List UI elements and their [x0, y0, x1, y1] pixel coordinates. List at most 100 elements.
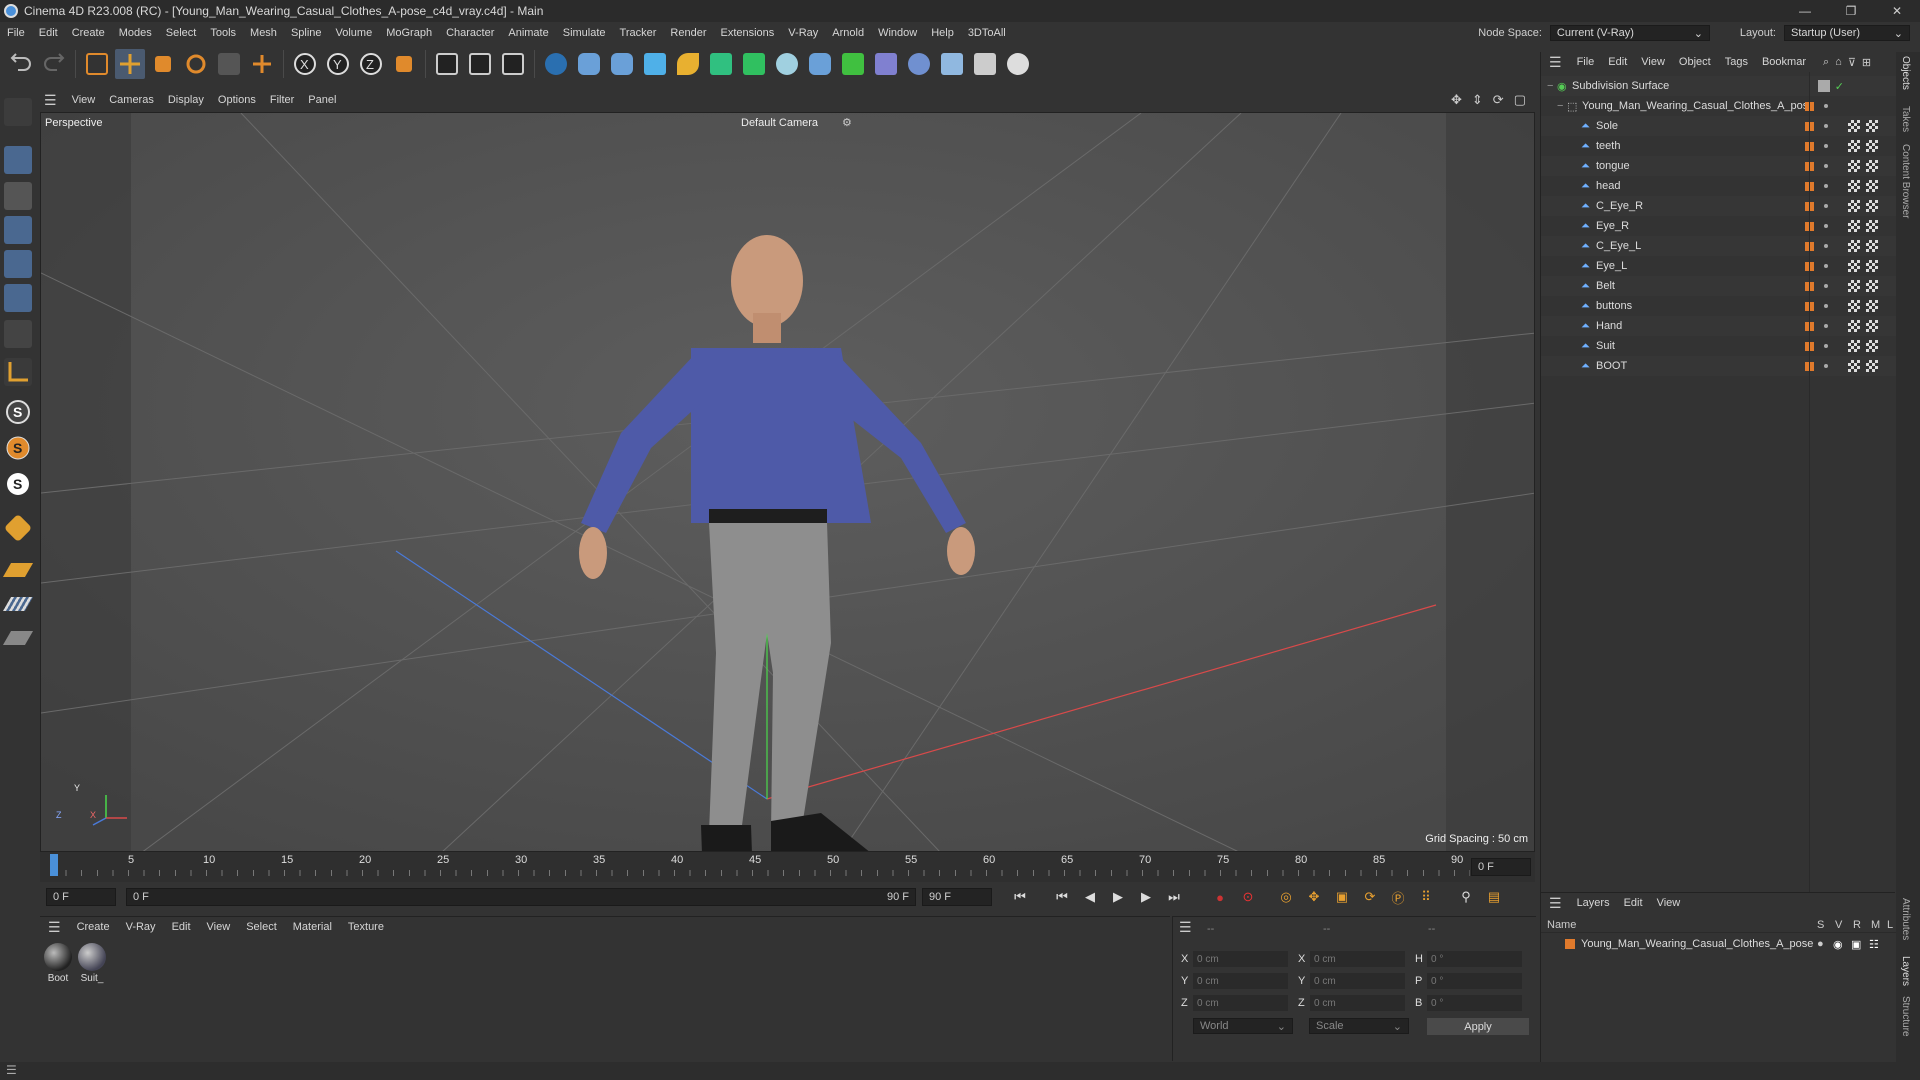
timeline-ruler[interactable]: 0 5 10 15 20 25 30 35 40 45 50 55 60 65 …: [40, 852, 1535, 882]
menu-window[interactable]: Window: [871, 27, 924, 39]
rotate-button[interactable]: [181, 49, 211, 79]
objects-menu-view[interactable]: View: [1634, 56, 1672, 68]
redo-button[interactable]: [39, 49, 69, 79]
grid-button[interactable]: [2, 590, 34, 618]
texture-tag-icon[interactable]: [1866, 160, 1878, 172]
edges-mode-button[interactable]: [4, 250, 32, 278]
position-z-field[interactable]: 0 cm: [1193, 995, 1288, 1011]
manager-toggle-icon[interactable]: ☷: [1869, 938, 1879, 951]
maximize-button[interactable]: ❐: [1828, 0, 1874, 22]
playhead[interactable]: [50, 854, 58, 876]
object-row-belt[interactable]: ⏶ Belt: [1541, 276, 1896, 296]
locked-workplane-button[interactable]: [2, 624, 34, 652]
workplane-button[interactable]: [2, 556, 34, 584]
tab-attributes[interactable]: Attributes: [1900, 898, 1911, 940]
edit-toggle-icon[interactable]: [1818, 80, 1830, 92]
timeline-icon[interactable]: ▤: [1482, 885, 1506, 909]
default-camera-label[interactable]: Default Camera: [741, 117, 818, 129]
hamburger-icon[interactable]: ☰: [40, 919, 69, 936]
y-axis-lock-button[interactable]: Y: [323, 49, 353, 79]
material-tag-icon[interactable]: [1848, 300, 1860, 312]
object-mode-button[interactable]: [4, 146, 32, 174]
coordinate-mode-dropdown[interactable]: World ⌄: [1193, 1018, 1293, 1034]
texture-tag-icon[interactable]: [1866, 360, 1878, 372]
size-y-field[interactable]: 0 cm: [1310, 973, 1405, 989]
render-toggle-icon[interactable]: ▣: [1851, 938, 1861, 951]
viewport-menu-cameras[interactable]: Cameras: [102, 94, 161, 106]
go-to-start-icon[interactable]: ⏮: [1008, 885, 1032, 909]
texture-tag-icon[interactable]: [1866, 180, 1878, 192]
vray-button[interactable]: [541, 49, 571, 79]
transform-button[interactable]: [247, 49, 277, 79]
object-row-sole[interactable]: ⏶ Sole: [1541, 116, 1896, 136]
size-x-field[interactable]: 0 cm: [1310, 951, 1405, 967]
snap-button[interactable]: S: [4, 398, 32, 426]
menu-edit[interactable]: Edit: [32, 27, 65, 39]
3d-viewport[interactable]: Perspective Default Camera ⚙ Grid Spacin…: [40, 112, 1535, 852]
current-frame-field[interactable]: 0 F: [1471, 858, 1531, 876]
hamburger-icon[interactable]: ☰: [1541, 895, 1570, 912]
menu-help[interactable]: Help: [924, 27, 961, 39]
rotation-p-field[interactable]: 0 °: [1427, 973, 1522, 989]
material-tag-icon[interactable]: [1848, 160, 1860, 172]
material-tag-icon[interactable]: [1848, 140, 1860, 152]
go-to-end-icon[interactable]: ⏭: [1162, 885, 1186, 909]
search-icon[interactable]: ⌕: [1823, 56, 1829, 69]
texture-tag-icon[interactable]: [1866, 200, 1878, 212]
record-active-icon[interactable]: ●: [1208, 885, 1232, 909]
object-row-suit[interactable]: ⏶ Suit: [1541, 336, 1896, 356]
material-menu-view[interactable]: View: [199, 921, 239, 933]
viewport-menu-display[interactable]: Display: [161, 94, 211, 106]
texture-tag-icon[interactable]: [1866, 260, 1878, 272]
menu-tools[interactable]: Tools: [203, 27, 243, 39]
material-tag-icon[interactable]: [1848, 200, 1860, 212]
motion-system-icon[interactable]: ⚲: [1454, 885, 1478, 909]
size-z-field[interactable]: 0 cm: [1310, 995, 1405, 1011]
collapse-icon[interactable]: −: [1547, 80, 1557, 92]
material-menu-select[interactable]: Select: [238, 921, 285, 933]
texture-tag-icon[interactable]: [1866, 220, 1878, 232]
home-icon[interactable]: ⌂: [1835, 56, 1842, 68]
material-tag-icon[interactable]: [1848, 360, 1860, 372]
close-button[interactable]: ✕: [1874, 0, 1920, 22]
model-mode-button[interactable]: [4, 98, 32, 126]
object-row-eye-l[interactable]: ⏶ Eye_L: [1541, 256, 1896, 276]
deformer-button[interactable]: [871, 49, 901, 79]
object-row-hand[interactable]: ⏶ Hand: [1541, 316, 1896, 336]
eye-icon[interactable]: ◉: [1833, 938, 1843, 951]
material-menu-create[interactable]: Create: [69, 921, 118, 933]
menu-select[interactable]: Select: [159, 27, 204, 39]
render-to-picture-viewer-button[interactable]: [465, 49, 495, 79]
texture-tag-icon[interactable]: [1866, 320, 1878, 332]
texture-tag-icon[interactable]: [1866, 280, 1878, 292]
object-row-buttons[interactable]: ⏶ buttons: [1541, 296, 1896, 316]
python-button-3[interactable]: [805, 49, 835, 79]
object-row-c-eye-l[interactable]: ⏶ C_Eye_L: [1541, 236, 1896, 256]
material-tag-icon[interactable]: [1848, 280, 1860, 292]
object-row-tongue[interactable]: ⏶ tongue: [1541, 156, 1896, 176]
filter-icon[interactable]: ⊽: [1848, 56, 1856, 69]
position-x-field[interactable]: 0 cm: [1193, 951, 1288, 967]
hamburger-icon[interactable]: ☰: [1541, 54, 1570, 71]
hamburger-icon[interactable]: ☰: [36, 92, 65, 109]
status-menu-icon[interactable]: ☰: [6, 1063, 17, 1077]
material-menu-vray[interactable]: V-Ray: [118, 921, 164, 933]
go-to-previous-key-icon[interactable]: ⏮: [1050, 885, 1074, 909]
viewport-move-icon[interactable]: ✥: [1451, 92, 1462, 108]
autokey-icon[interactable]: ⊙: [1236, 885, 1260, 909]
tab-content-browser[interactable]: Content Browser: [1900, 144, 1911, 218]
snap-settings-button[interactable]: S: [4, 434, 32, 462]
workplane-snap-button[interactable]: S: [4, 470, 32, 498]
axis-mode-button[interactable]: [4, 358, 32, 386]
size-mode-dropdown[interactable]: Scale ⌄: [1309, 1018, 1409, 1034]
rotation-b-field[interactable]: 0 °: [1427, 995, 1522, 1011]
menu-volume[interactable]: Volume: [329, 27, 380, 39]
texture-tag-icon[interactable]: [1866, 340, 1878, 352]
menu-render[interactable]: Render: [663, 27, 713, 39]
material-tag-icon[interactable]: [1848, 180, 1860, 192]
objects-menu-edit[interactable]: Edit: [1601, 56, 1634, 68]
coordinate-system-button[interactable]: [389, 49, 419, 79]
scale-button[interactable]: [148, 49, 178, 79]
objects-menu-bookmarks[interactable]: Bookmar: [1755, 56, 1813, 68]
layers-menu-edit[interactable]: Edit: [1617, 897, 1650, 909]
